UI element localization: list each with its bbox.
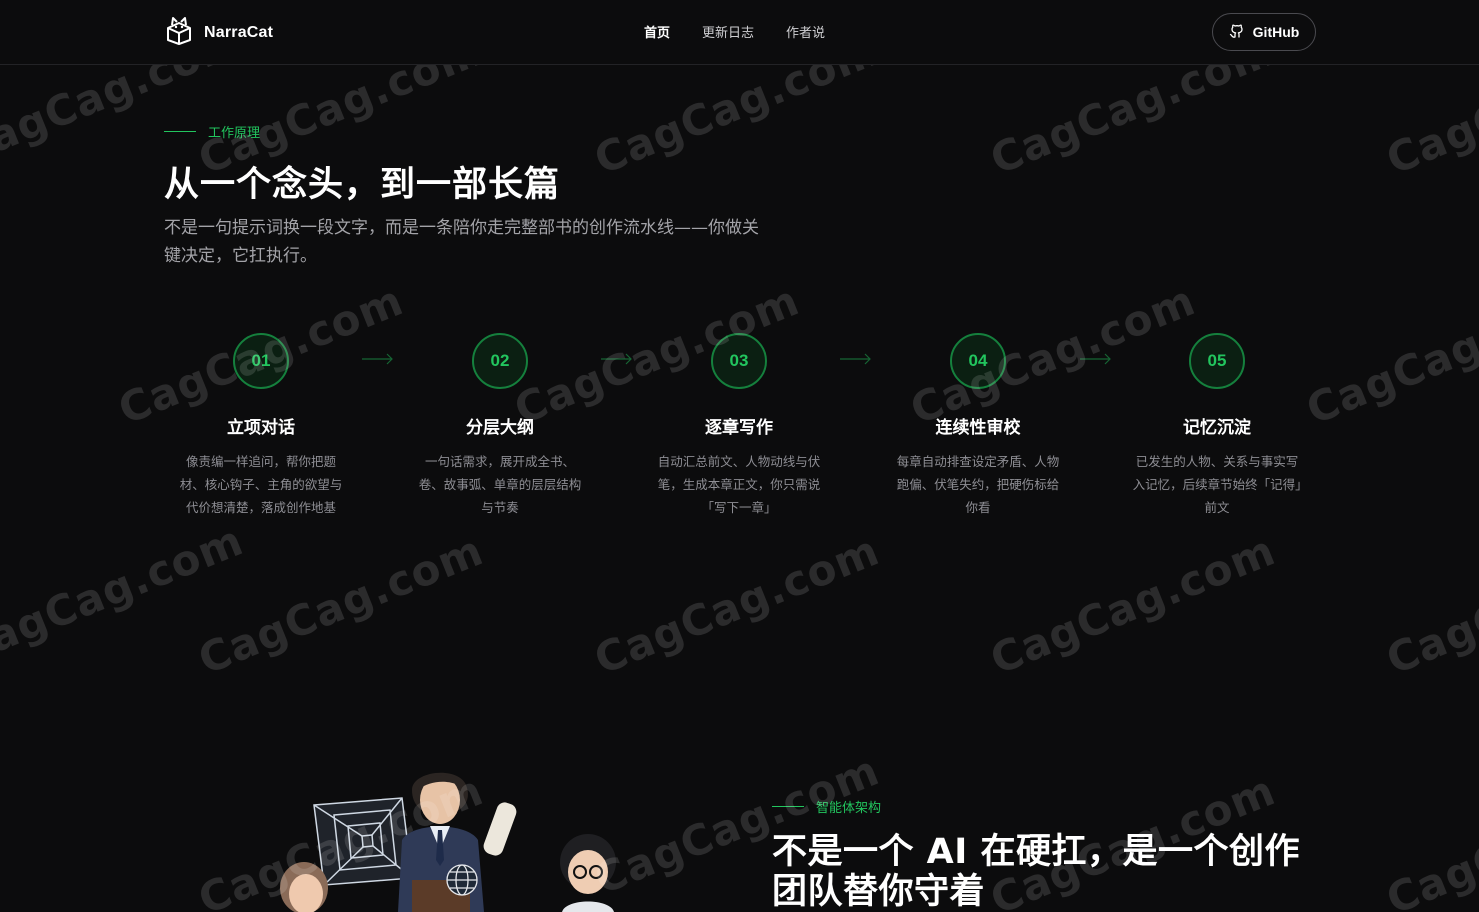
step-number: 02 [472, 333, 528, 389]
team-illustration [280, 772, 616, 912]
section-eyebrow: 智能体架构 [772, 797, 881, 816]
blueprint-illustration [313, 797, 413, 886]
watermark-text: CagCag.com [1379, 525, 1479, 684]
section-eyebrow: 工作原理 [164, 122, 260, 141]
step-card: 03 逐章写作 自动汇总前文、人物动线与伏笔，生成本章正文，你只需说「写下一章」 [649, 333, 829, 519]
step-card: 02 分层大纲 一句话需求，展开成全书、卷、故事弧、单章的层层结构与节奏 [410, 333, 590, 519]
step-description: 已发生的人物、关系与事实写入记忆，后续章节始终「记得」前文 [1132, 454, 1302, 515]
arrow-right-icon [362, 353, 393, 365]
brand-name: NarraCat [204, 24, 274, 41]
watermark-text: CagCag.com [1379, 65, 1479, 185]
section-title: 从一个念头，到一部长篇 [164, 165, 561, 205]
watermark-text: CagCag.com [587, 65, 886, 185]
watermark-text: CagCag.com [1379, 765, 1479, 912]
step-title: 逐章写作 [705, 418, 773, 438]
watermark-text: CagCag.com [587, 525, 886, 684]
eyebrow-line [772, 806, 804, 807]
section-title: 不是一个 AI 在硬扛，是一个创作团队替你守着 [772, 832, 1300, 912]
step-number: 04 [950, 333, 1006, 389]
watermark-text: CagCag.com [191, 525, 490, 684]
scroll-illustration [483, 802, 517, 856]
watermark-text: CagCag.com [983, 525, 1282, 684]
step-title: 分层大纲 [466, 418, 534, 438]
section-description: 不是一句提示词换一段文字，而是一条陪你走完整部书的创作流水线——你做关键决定，它… [164, 218, 759, 266]
arrow-right-icon [601, 353, 632, 365]
step-description: 一句话需求，展开成全书、卷、故事弧、单章的层层结构与节奏 [418, 454, 582, 515]
watermark-text: CagCag.com [1299, 275, 1479, 434]
watermark-text: CagCag.com [0, 515, 250, 674]
arrow-right-icon [840, 353, 871, 365]
step-number: 01 [233, 333, 289, 389]
github-label: GitHub [1252, 24, 1300, 40]
nav-link-changelog[interactable]: 更新日志 [702, 22, 754, 41]
main-nav: 首页 更新日志 作者说 [644, 22, 825, 41]
step-number: 03 [711, 333, 767, 389]
step-description: 像责编一样追问，帮你把题材、核心钩子、主角的欲望与代价想清楚，落成创作地基 [179, 454, 343, 515]
eyebrow-label: 工作原理 [208, 126, 261, 141]
watermark-text: CagCag.com [983, 65, 1282, 185]
nav-link-author-notes[interactable]: 作者说 [786, 22, 825, 41]
github-icon [1229, 23, 1245, 42]
step-card: 01 立项对话 像责编一样追问，帮你把题材、核心钩子、主角的欲望与代价想清楚，落… [171, 333, 351, 519]
step-number: 05 [1189, 333, 1245, 389]
github-button[interactable]: GitHub [1212, 13, 1316, 51]
cat-box-logo-icon [164, 16, 194, 50]
nav-link-home[interactable]: 首页 [644, 22, 670, 41]
arrow-right-icon [1080, 353, 1111, 365]
step-title: 记忆沉淀 [1183, 418, 1251, 438]
top-navigation-bar: NarraCat 首页 更新日志 作者说 GitHub [0, 0, 1479, 65]
brand-logo-link[interactable]: NarraCat [164, 16, 273, 50]
female-character-left [280, 862, 328, 912]
step-title: 连续性审校 [935, 418, 1021, 438]
step-title: 立项对话 [227, 418, 295, 438]
step-description: 自动汇总前文、人物动线与伏笔，生成本章正文，你只需说「写下一章」 [657, 454, 821, 515]
eyebrow-line [164, 131, 196, 132]
female-character-right [560, 834, 616, 912]
step-description: 每章自动排查设定矛盾、人物跑偏、伏笔失约，把硬伤标给你看 [896, 454, 1060, 515]
step-card: 05 记忆沉淀 已发生的人物、关系与事实写入记忆，后续章节始终「记得」前文 [1127, 333, 1307, 519]
globe-illustration [446, 864, 478, 896]
step-card: 04 连续性审校 每章自动排查设定矛盾、人物跑偏、伏笔失约，把硬伤标给你看 [888, 333, 1068, 519]
eyebrow-label: 智能体架构 [816, 801, 882, 816]
